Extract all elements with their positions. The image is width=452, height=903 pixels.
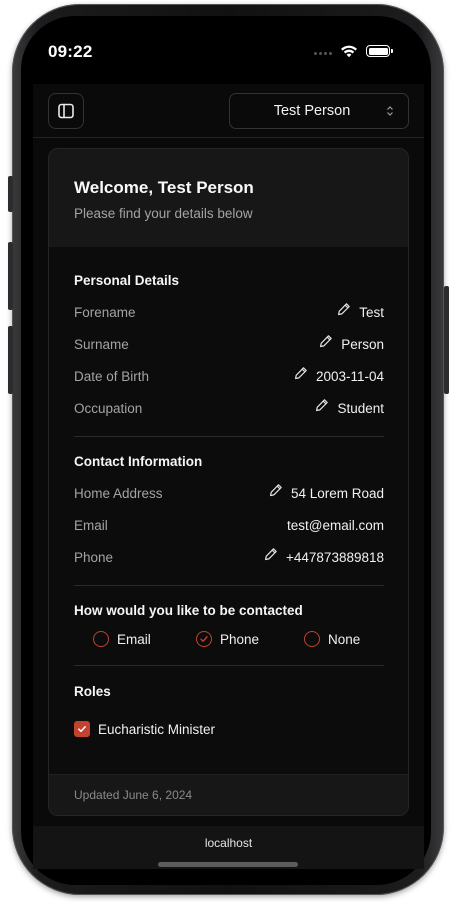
radio-none[interactable]: None <box>304 631 360 647</box>
url-text: localhost <box>204 836 253 850</box>
battery-icon <box>366 45 393 57</box>
field-label: Phone <box>74 550 114 565</box>
silent-switch <box>8 176 13 212</box>
radio-label: Email <box>117 631 151 647</box>
pencil-icon[interactable] <box>337 302 351 316</box>
field-label: Home Address <box>74 486 163 501</box>
pencil-icon[interactable] <box>315 398 329 412</box>
top-bar: Test Person <box>33 84 424 138</box>
details-card: Welcome, Test Person Please find your de… <box>48 148 409 816</box>
radio-phone[interactable]: Phone <box>196 631 259 647</box>
role-label: Eucharistic Minister <box>98 721 216 737</box>
wifi-icon <box>341 45 357 58</box>
field-value: +447873889818 <box>286 550 384 565</box>
user-select[interactable]: Test Person <box>229 93 409 129</box>
welcome-title: Welcome, Test Person <box>74 178 254 197</box>
field-value: test@email.com <box>287 518 384 533</box>
volume-down-button <box>8 326 13 394</box>
user-select-value: Test Person <box>273 103 351 119</box>
pencil-icon[interactable] <box>294 366 308 380</box>
contact-pref-group: Email Phone None <box>74 631 384 653</box>
field-date-of-birth: Date of Birth 2003-11-04 <box>74 366 384 387</box>
field-value: Student <box>337 401 384 416</box>
field-value: 54 Lorem Road <box>290 486 384 501</box>
volume-up-button <box>8 242 13 310</box>
field-value: Test <box>359 305 384 320</box>
role-checkbox[interactable] <box>74 721 90 737</box>
power-button <box>444 286 449 394</box>
roles-title: Roles <box>74 684 111 699</box>
contact-pref-title: How would you like to be contacted <box>74 603 303 618</box>
field-phone: Phone +447873889818 <box>74 547 384 568</box>
card-header: Welcome, Test Person Please find your de… <box>49 149 408 247</box>
field-occupation: Occupation Student <box>74 398 384 419</box>
field-surname: Surname Person <box>74 334 384 355</box>
signal-icon <box>314 52 332 55</box>
field-value: 2003-11-04 <box>315 369 384 384</box>
divider <box>74 665 384 666</box>
check-icon <box>200 636 208 642</box>
status-time: 09:22 <box>48 42 93 61</box>
radio-circle-checked[interactable] <box>196 631 212 647</box>
app-content: Test Person Welcome, Test Person Please … <box>33 84 424 826</box>
divider <box>74 585 384 586</box>
contact-info-title: Contact Information <box>74 454 203 469</box>
pencil-icon[interactable] <box>264 547 278 561</box>
field-value: Person <box>341 337 384 352</box>
role-eucharistic-minister[interactable]: Eucharistic Minister <box>74 721 215 737</box>
card-footer: Updated June 6, 2024 <box>49 774 408 815</box>
field-home-address: Home Address 54 Lorem Road <box>74 483 384 504</box>
field-label: Date of Birth <box>74 369 150 384</box>
sidebar-toggle-button[interactable] <box>48 93 84 129</box>
field-label: Occupation <box>74 401 143 416</box>
field-label: Forename <box>74 305 136 320</box>
radio-email[interactable]: Email <box>93 631 151 647</box>
field-forename: Forename Test <box>74 302 384 323</box>
pencil-icon[interactable] <box>319 334 333 348</box>
pencil-icon[interactable] <box>269 483 283 497</box>
check-icon <box>78 726 86 733</box>
personal-details-title: Personal Details <box>74 273 180 288</box>
home-indicator[interactable] <box>158 862 298 867</box>
field-label: Email <box>74 518 108 533</box>
welcome-subtitle: Please find your details below <box>74 206 253 221</box>
radio-circle[interactable] <box>304 631 320 647</box>
updated-date: Updated June 6, 2024 <box>74 788 193 802</box>
field-label: Surname <box>74 337 129 352</box>
divider <box>74 436 384 437</box>
sidebar-toggle-icon <box>58 103 74 119</box>
field-email: Email test@email.com <box>74 516 384 536</box>
radio-label: Phone <box>220 631 260 647</box>
chevron-up-down-icon <box>387 106 393 116</box>
radio-circle[interactable] <box>93 631 109 647</box>
radio-label: None <box>328 631 361 647</box>
